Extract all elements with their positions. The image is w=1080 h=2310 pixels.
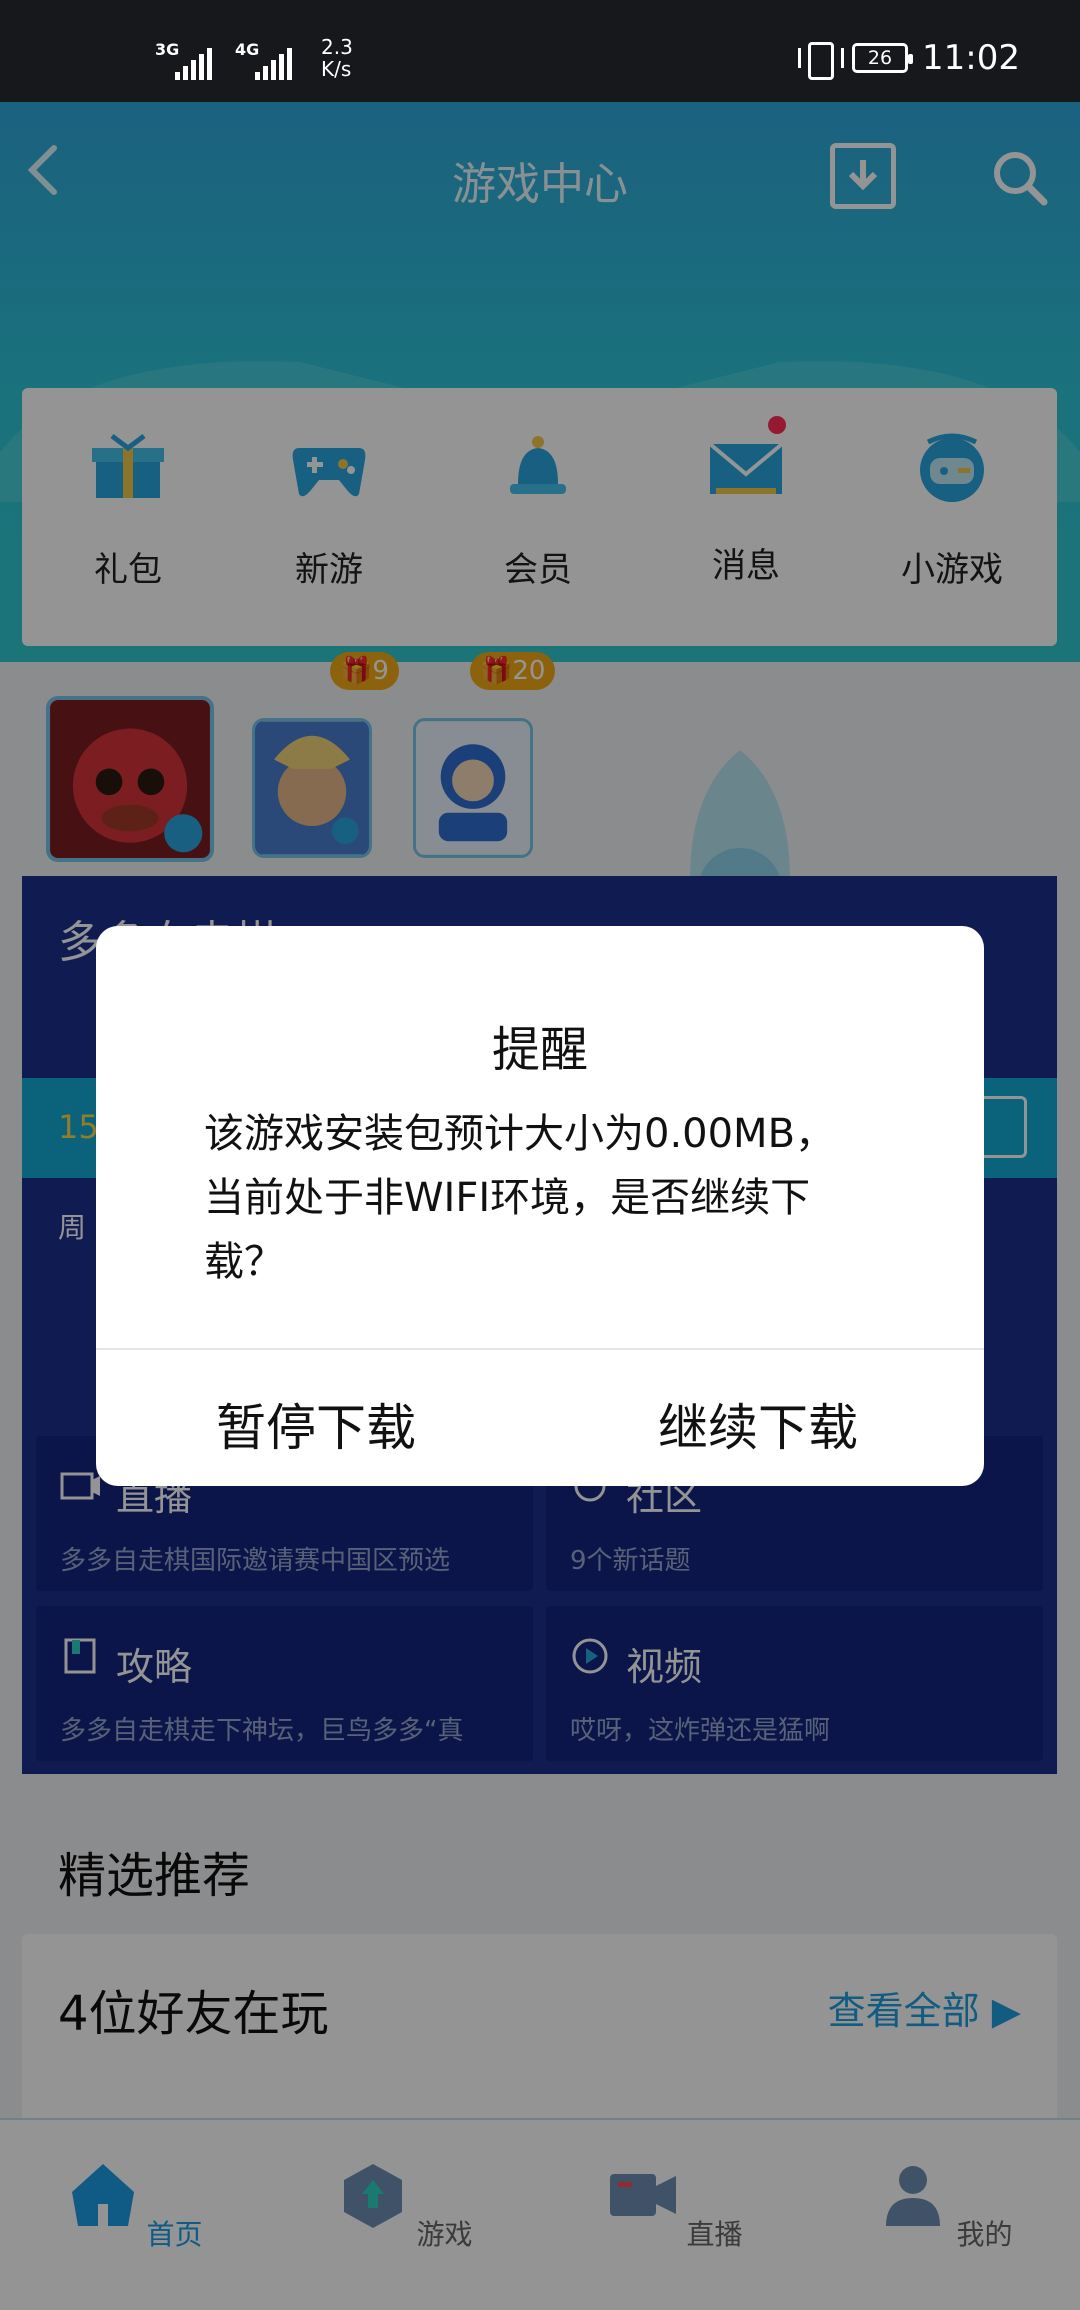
vibrate-icon [798, 42, 845, 80]
signal-icon: 4G [235, 40, 305, 80]
dialog-message: 该游戏安装包预计大小为0.00MB，当前处于非WIFI环境，是否继续下载？ [204, 1111, 836, 1285]
dialog-divider [96, 1348, 984, 1350]
clock: 11:02 [922, 38, 1020, 78]
continue-download-button[interactable]: 继续下载 [658, 1388, 858, 1460]
network-warning-dialog: 提醒 该游戏安装包预计大小为0.00MB，当前处于非WIFI环境，是否继续下载？… [96, 926, 984, 1486]
battery-icon: 26 [852, 43, 914, 73]
signal-icon: 3G [155, 40, 225, 80]
status-bar: 3G 4G 2.3 K/s 26 11:02 [0, 0, 1080, 102]
pause-download-button[interactable]: 暂停下载 [216, 1388, 416, 1460]
dialog-title: 提醒 [491, 1022, 588, 1078]
net-speed: 2.3 K/s [321, 35, 353, 81]
